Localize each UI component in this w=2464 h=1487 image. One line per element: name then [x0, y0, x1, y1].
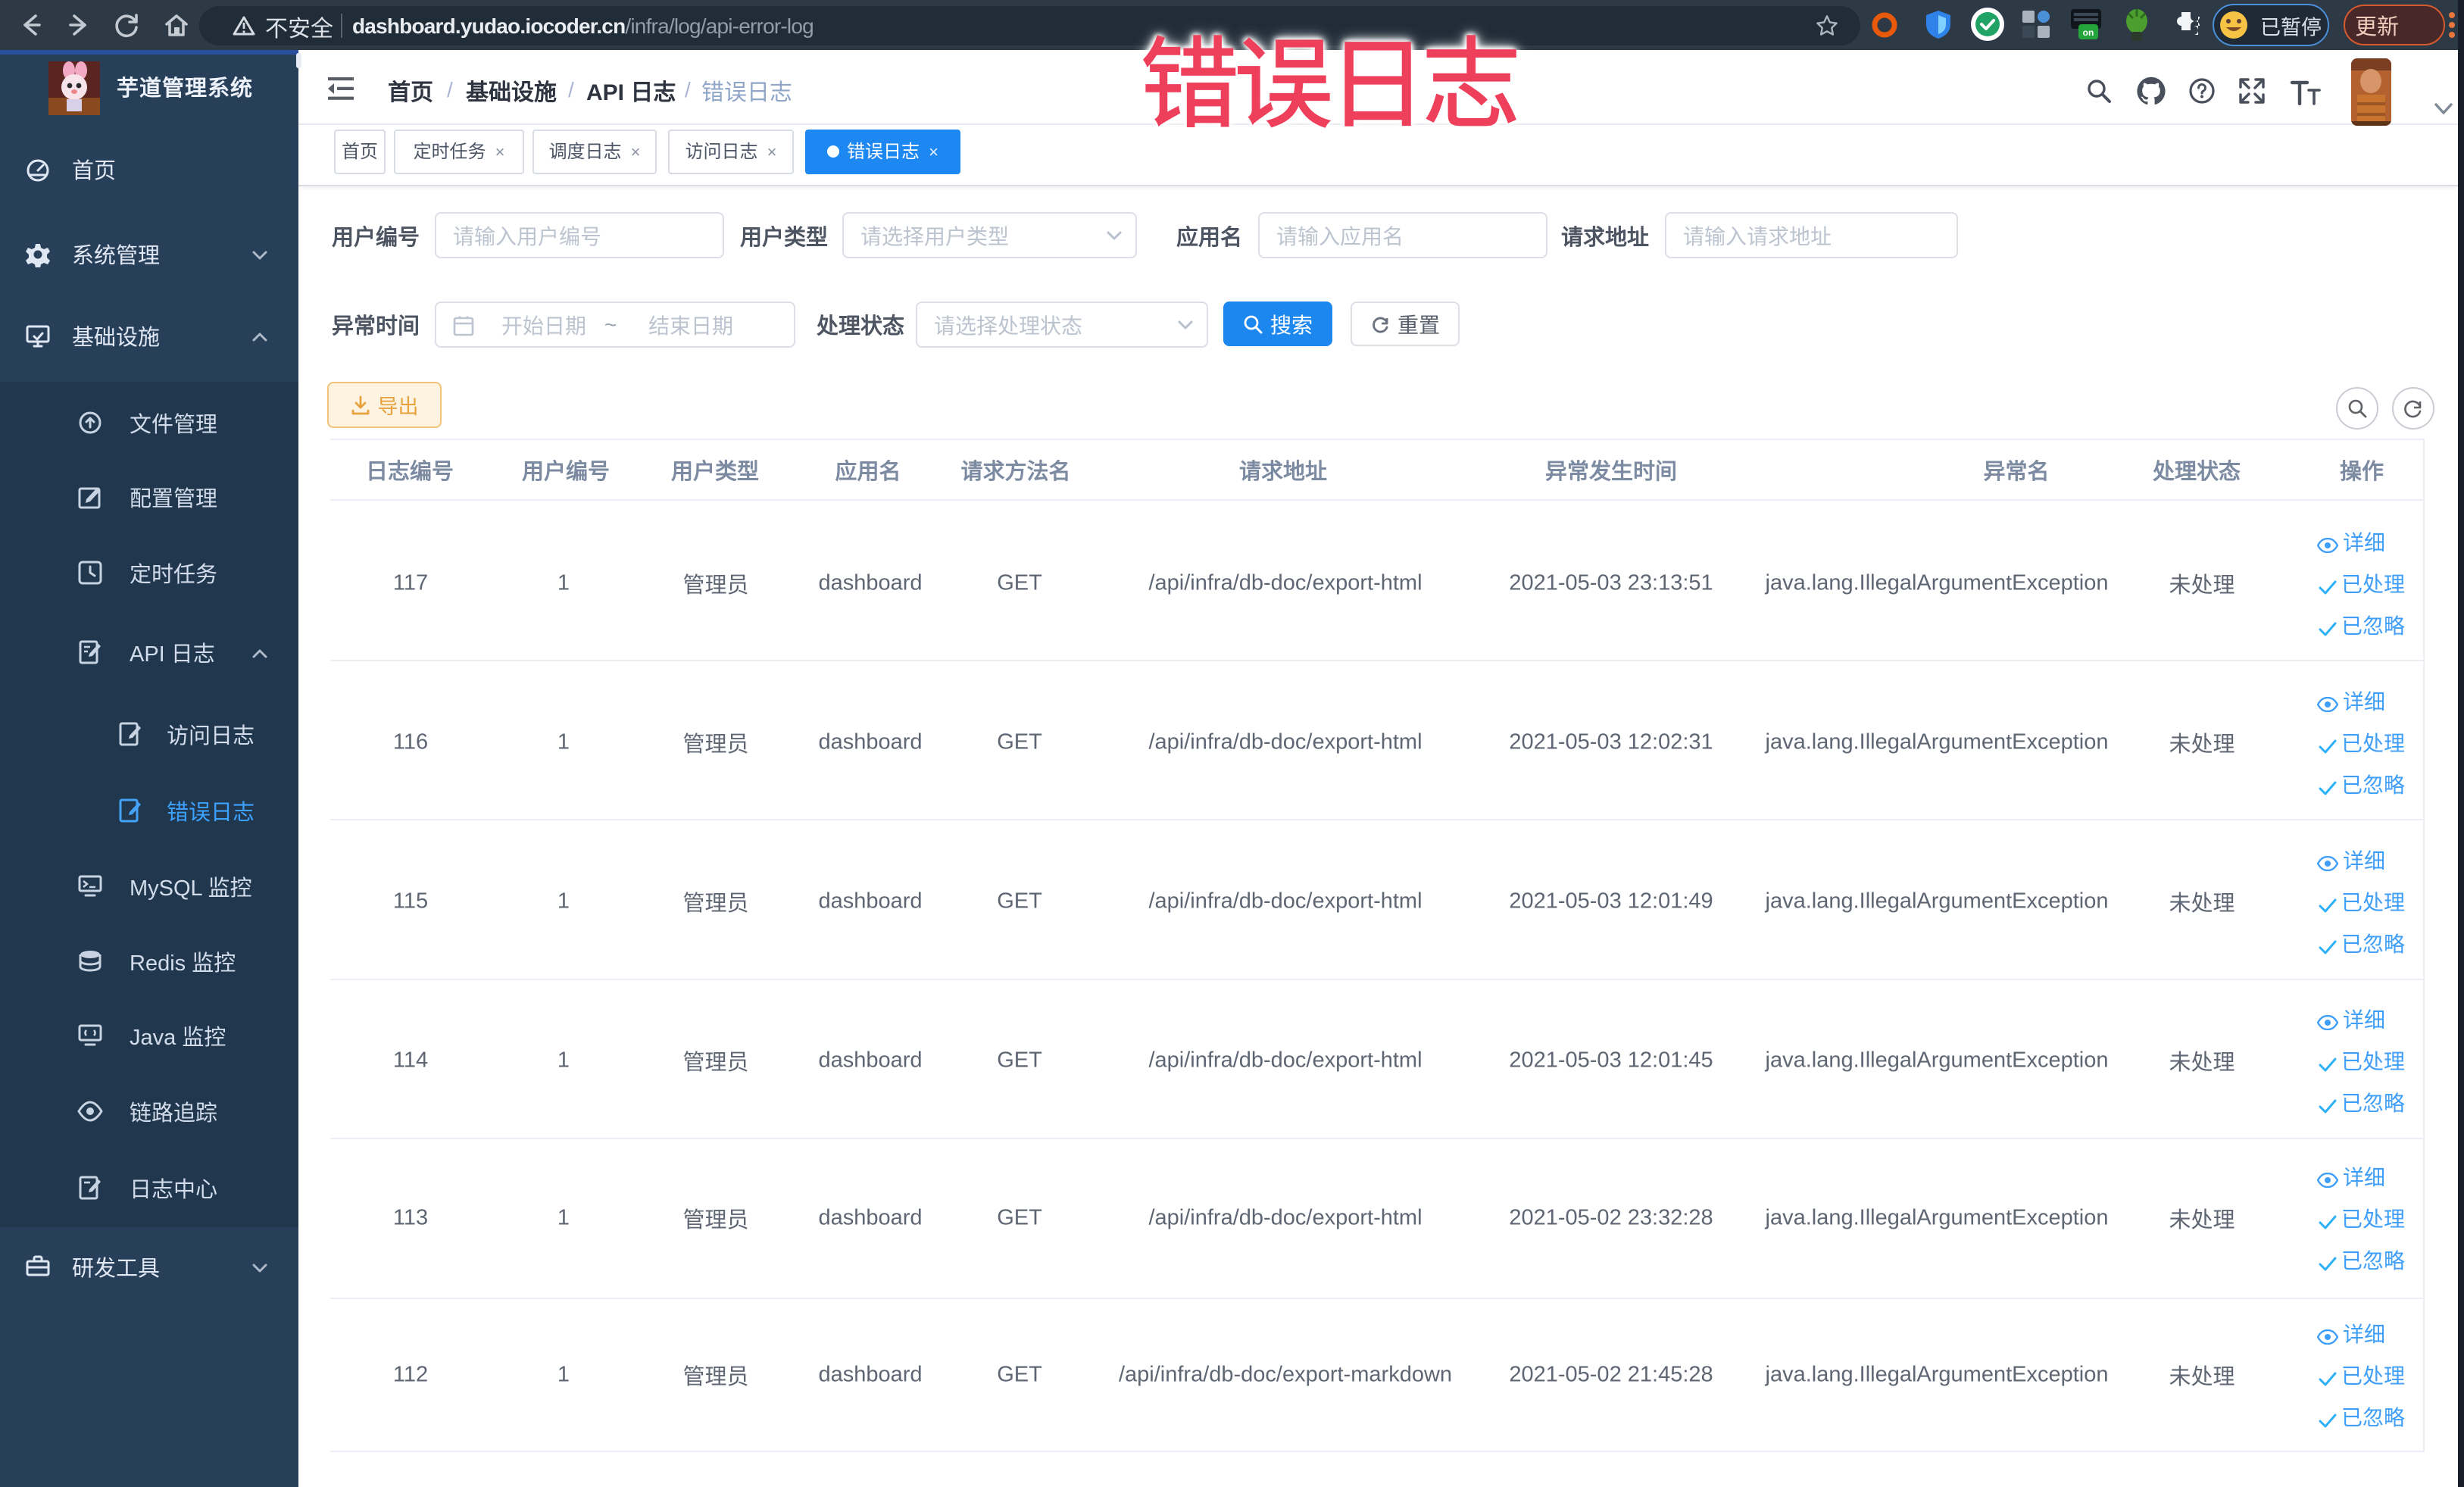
svg-text:on: on [2083, 27, 2094, 38]
